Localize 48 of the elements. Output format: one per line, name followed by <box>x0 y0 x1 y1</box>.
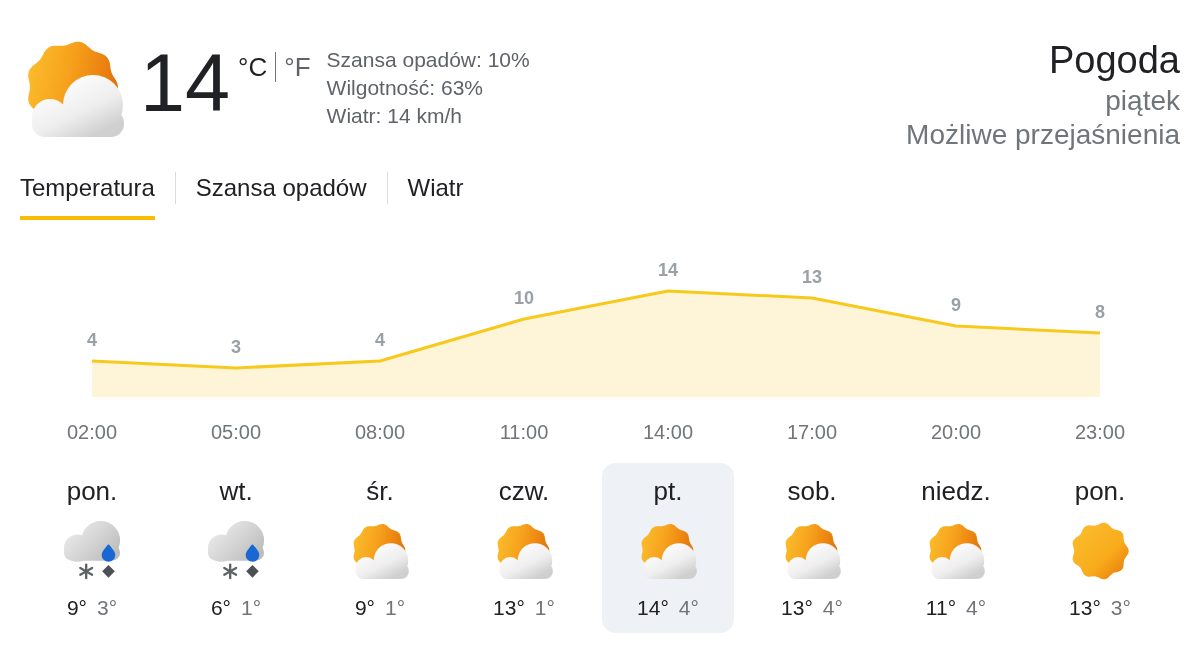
cloud-snow-rain-icon <box>205 520 267 582</box>
high-temp: 9° <box>354 596 375 620</box>
sun-icon <box>1071 522 1129 580</box>
high-temp: 11° <box>925 596 957 620</box>
time-label: 23:00 <box>1074 420 1126 444</box>
low-temp: 1° <box>534 596 555 620</box>
low-temp: 1° <box>385 596 406 620</box>
high-temp: 14° <box>637 596 669 620</box>
value-label: 10 <box>514 288 534 308</box>
condition-label: Możliwe przejaśnienia <box>906 118 1180 152</box>
high-temp: 9° <box>66 596 87 620</box>
time-label: 08:00 <box>354 420 406 444</box>
time-label: 02:00 <box>66 420 118 444</box>
day-label: piątek <box>1105 84 1180 118</box>
widget-title: Pogoda <box>1049 38 1180 82</box>
tab[interactable]: Wiatr <box>407 170 464 220</box>
unit-toggle[interactable]: °C <box>238 52 268 82</box>
weather-detail: Wilgotność: 63% <box>326 75 484 101</box>
high-temp: 13° <box>1069 596 1101 620</box>
value-label: 9 <box>951 295 961 315</box>
weather-detail: Szansa opadów: 10% <box>326 47 530 73</box>
value-label: 14 <box>658 260 678 280</box>
time-label: 11:00 <box>499 420 549 444</box>
tab[interactable]: Temperatura <box>20 170 155 220</box>
low-temp: 1° <box>241 596 262 620</box>
high-temp: 6° <box>210 596 231 620</box>
value-label: 4 <box>375 330 385 350</box>
current-temperature: 14 <box>140 43 231 124</box>
time-label: 17:00 <box>786 420 838 444</box>
high-temp: 13° <box>781 596 813 620</box>
tab[interactable]: Szansa opadów <box>195 170 367 220</box>
day-item[interactable]: pt. 14° 4° <box>602 463 734 633</box>
value-label: 4 <box>87 330 97 350</box>
unit-toggle[interactable]: °F <box>284 52 311 82</box>
value-label: 3 <box>231 337 241 357</box>
low-temp: 3° <box>97 596 118 620</box>
time-label: 20:00 <box>930 420 982 444</box>
low-temp: 4° <box>966 596 987 620</box>
low-temp: 4° <box>822 596 843 620</box>
value-label: 8 <box>1095 302 1105 322</box>
time-label: 05:00 <box>210 420 262 444</box>
cloud-snow-rain-icon <box>61 520 123 582</box>
value-label: 13 <box>802 267 822 287</box>
low-temp: 4° <box>678 596 699 620</box>
time-label: 14:00 <box>642 420 694 444</box>
weather-detail: Wiatr: 14 km/h <box>326 103 463 129</box>
high-temp: 13° <box>493 596 525 620</box>
low-temp: 3° <box>1110 596 1131 620</box>
